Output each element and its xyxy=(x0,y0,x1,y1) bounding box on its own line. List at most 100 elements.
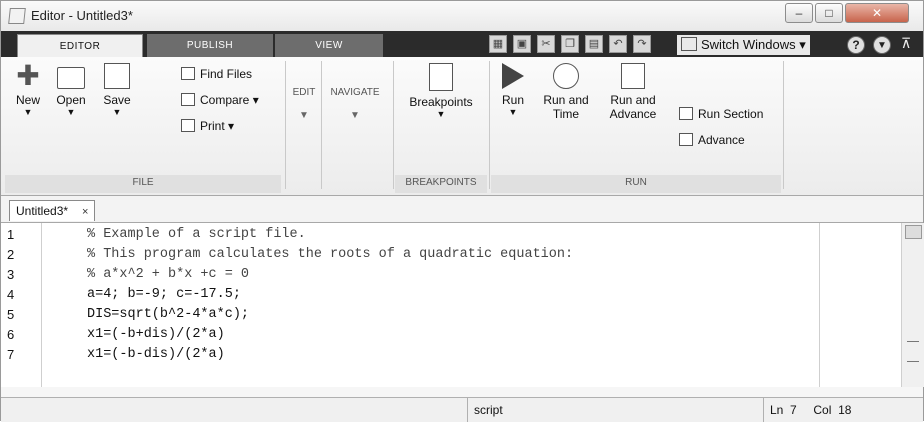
line-label: Ln xyxy=(770,403,784,417)
undo-icon[interactable]: ↶ xyxy=(609,35,627,53)
run-and-time-line2: Time xyxy=(552,107,580,121)
run-and-advance-button[interactable]: Run and Advance xyxy=(603,63,663,121)
code-line[interactable]: x1=(-b-dis)/(2*a) xyxy=(87,347,225,362)
breakpoints-icon xyxy=(429,63,453,91)
right-margin-line xyxy=(819,223,820,387)
document-tab-bar: Untitled3* × xyxy=(1,196,923,223)
run-and-time-button[interactable]: Run and Time xyxy=(539,63,593,121)
cut-icon[interactable]: ✂ xyxy=(537,35,555,53)
separator xyxy=(783,61,784,189)
breakpoints-label: Breakpoints xyxy=(409,95,473,109)
compare-icon xyxy=(181,93,195,106)
save-label: Save xyxy=(103,93,131,107)
close-tab-icon[interactable]: × xyxy=(82,206,88,218)
line-number: 1 xyxy=(7,227,15,242)
open-button[interactable]: Open ▼ xyxy=(51,63,91,117)
run-button[interactable]: Run ▼ xyxy=(495,63,531,117)
separator xyxy=(321,61,322,189)
run-and-advance-line2: Advance xyxy=(609,107,657,121)
switch-windows-button[interactable]: Switch Windows ▾ xyxy=(677,35,810,55)
plus-icon: ✚ xyxy=(16,60,40,91)
line-number: 6 xyxy=(7,327,15,342)
file-type-status: script xyxy=(467,398,763,422)
code-line[interactable]: a=4; b=-9; c=-17.5; xyxy=(87,287,241,302)
find-files-icon xyxy=(181,67,195,80)
advance-button[interactable]: Advance xyxy=(679,131,745,149)
save-icon[interactable]: ▣ xyxy=(513,35,531,53)
line-number: 2 xyxy=(7,247,15,262)
line-number: 5 xyxy=(7,307,15,322)
breakpoints-button[interactable]: Breakpoints ▼ xyxy=(399,63,483,119)
stopwatch-icon xyxy=(553,63,579,89)
edit-dropdown-icon: ▼ xyxy=(299,110,309,121)
cursor-position: Ln 7 Col 18 xyxy=(763,398,923,422)
navigate-menu-button[interactable]: NAVIGATE ▼ xyxy=(325,87,385,121)
window-title: Editor - Untitled3* xyxy=(31,8,133,23)
code-line[interactable]: DIS=sqrt(b^2-4*a*c); xyxy=(87,307,249,322)
run-section-label-bar: RUN xyxy=(625,177,647,188)
quick-access-toolbar: ▦ ▣ ✂ ❐ ▤ ↶ ↷ xyxy=(489,35,651,55)
advance-label: Advance xyxy=(698,133,745,147)
scroll-thumb[interactable] xyxy=(905,225,922,239)
tab-editor[interactable]: EDITOR xyxy=(17,34,143,57)
find-files-button[interactable]: Find Files xyxy=(181,65,252,83)
column-label: Col xyxy=(813,403,832,417)
folder-icon xyxy=(57,67,85,89)
maximize-button[interactable]: □ xyxy=(815,3,843,23)
tab-view[interactable]: VIEW xyxy=(275,34,383,57)
close-button[interactable]: ✕ xyxy=(845,3,909,23)
copy-icon[interactable]: ❐ xyxy=(561,35,579,53)
line-number: 7 xyxy=(7,347,15,362)
run-section-button[interactable]: Run Section xyxy=(679,105,763,123)
compare-button[interactable]: Compare ▾ xyxy=(181,91,259,109)
document-tab[interactable]: Untitled3* × xyxy=(9,200,96,221)
options-icon[interactable]: ▼ xyxy=(873,36,891,54)
run-and-advance-label: Run and Advance xyxy=(603,93,663,121)
new-button[interactable]: ✚ New ▼ xyxy=(11,60,45,118)
compare-label: Compare xyxy=(200,93,250,107)
column-value: 18 xyxy=(838,403,852,417)
find-files-label: Find Files xyxy=(200,67,253,81)
edit-menu-button[interactable]: EDIT ▼ xyxy=(289,87,319,121)
navigate-label: NAVIGATE xyxy=(330,87,380,98)
question-icon[interactable]: ? xyxy=(847,36,865,54)
tab-publish[interactable]: PUBLISH xyxy=(147,34,273,57)
collapse-ribbon-icon[interactable]: ⊼ xyxy=(901,35,911,52)
run-and-time-line1: Run and xyxy=(543,93,589,107)
run-section-icon xyxy=(679,107,693,120)
separator xyxy=(489,61,490,189)
play-icon xyxy=(502,63,524,89)
run-and-advance-line1: Run and xyxy=(610,93,656,107)
redo-icon[interactable]: ↷ xyxy=(633,35,651,53)
document-tab-label: Untitled3* xyxy=(16,204,69,218)
editor-window: Editor - Untitled3* – □ ✕ EDITOR PUBLISH… xyxy=(0,0,924,422)
title-bar: Editor - Untitled3* – □ ✕ xyxy=(1,1,923,31)
file-section-label: FILE xyxy=(132,177,154,188)
status-bar: script Ln 7 Col 18 xyxy=(1,397,923,422)
paste-icon[interactable]: ▤ xyxy=(585,35,603,53)
breakpoints-section-label: BREAKPOINTS xyxy=(405,177,477,188)
line-number: 4 xyxy=(7,287,15,302)
line-number: 3 xyxy=(7,267,15,282)
print-label: Print xyxy=(200,119,225,133)
code-line[interactable]: x1=(-b+dis)/(2*a) xyxy=(87,327,225,342)
switch-windows-label: Switch Windows xyxy=(701,37,796,52)
open-label: Open xyxy=(56,93,86,107)
code-line[interactable]: % a*x^2 + b*x +c = 0 xyxy=(87,267,249,282)
code-line[interactable]: % This program calculates the roots of a… xyxy=(87,247,573,262)
floppy-icon xyxy=(104,63,130,89)
navigate-dropdown-icon: ▼ xyxy=(350,110,360,121)
save-button[interactable]: Save ▼ xyxy=(97,63,137,117)
run-label: Run xyxy=(501,93,524,107)
separator xyxy=(393,61,394,189)
layout-icon[interactable]: ▦ xyxy=(489,35,507,53)
print-button[interactable]: Print ▾ xyxy=(181,117,234,135)
minimize-button[interactable]: – xyxy=(785,3,813,23)
code-line[interactable]: % Example of a script file. xyxy=(87,227,306,242)
warning-marker[interactable] xyxy=(907,341,919,342)
vertical-scrollbar[interactable] xyxy=(901,223,924,387)
warning-marker[interactable] xyxy=(907,361,919,362)
editor-app-icon xyxy=(8,8,26,24)
code-editor[interactable]: 1 2 3 4 5 6 7 % Example of a script file… xyxy=(1,223,924,387)
run-and-time-label: Run and Time xyxy=(539,93,593,121)
